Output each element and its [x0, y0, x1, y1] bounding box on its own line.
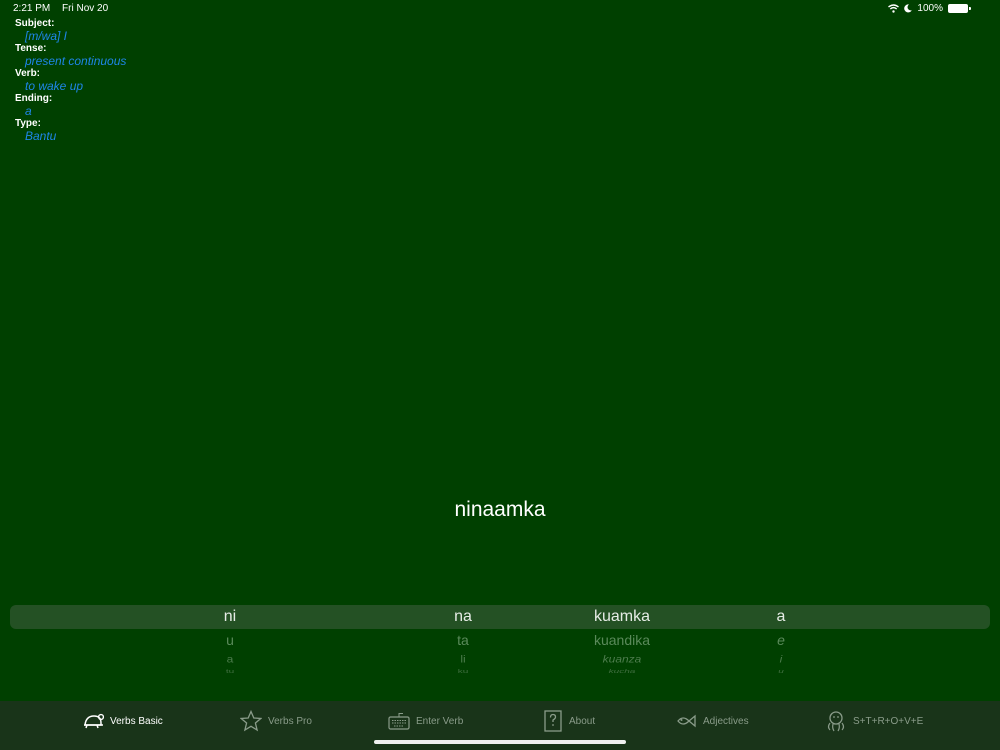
info-label-type: Type: [15, 118, 41, 129]
info-label-subject: Subject: [15, 18, 55, 29]
tab-label: Verbs Basic [110, 715, 163, 727]
picker-item[interactable]: a [160, 652, 300, 666]
tab-verbs-pro[interactable]: Verbs Pro [240, 709, 312, 733]
picker-item[interactable]: e [711, 629, 851, 651]
tab-verbs-basic[interactable]: Verbs Basic [82, 709, 163, 733]
picker-item[interactable]: na [393, 605, 533, 629]
tab-label: S+T+R+O+V+E [853, 715, 924, 727]
battery-text: 100% [917, 3, 943, 14]
picker-item[interactable]: kuamka [552, 605, 692, 629]
picker-column-ending[interactable]: a e i u [711, 605, 851, 677]
octopus-icon [827, 711, 845, 732]
tab-about[interactable]: About [543, 709, 595, 733]
picker-item[interactable]: i [711, 652, 851, 666]
info-panel: Subject: [m/wa] I Tense: present continu… [15, 18, 126, 143]
picker-item[interactable]: ta [393, 629, 533, 651]
info-label-tense: Tense: [15, 43, 47, 54]
picker-item[interactable]: ni [160, 605, 300, 629]
tab-label: Adjectives [703, 715, 749, 727]
question-book-icon [544, 710, 562, 732]
picker-item[interactable]: li [393, 652, 533, 666]
picker-item[interactable]: tu [160, 669, 300, 675]
tab-label: Enter Verb [416, 715, 464, 727]
status-date: Fri Nov 20 [62, 3, 109, 14]
wifi-icon [888, 4, 900, 13]
info-value-verb: to wake up [25, 79, 84, 93]
picker-item[interactable]: u [711, 669, 851, 675]
conjugated-verb: ninaamka [454, 498, 546, 521]
tab-label: About [569, 715, 596, 727]
picker-column-verb[interactable]: kuamka kuandika kuanza kucha [552, 605, 692, 677]
tab-strove[interactable]: S+T+R+O+V+E [825, 709, 923, 733]
tab-label: Verbs Pro [268, 715, 312, 727]
picker-item[interactable]: u [160, 629, 300, 651]
picker-item[interactable]: ku [393, 669, 533, 675]
info-label-ending: Ending: [15, 93, 53, 104]
turtle-icon [84, 713, 104, 729]
picker-column-subject[interactable]: ni u a tu [160, 605, 300, 677]
tab-adjectives[interactable]: Adjectives [675, 709, 749, 733]
picker-column-tense[interactable]: na ta li ku [393, 605, 533, 677]
info-label-verb: Verb: [15, 68, 41, 79]
moon-icon [904, 4, 913, 13]
home-indicator[interactable] [374, 740, 626, 744]
picker-item[interactable]: kuandika [552, 629, 692, 651]
conjugation-picker[interactable]: ni u a tu na ta li ku kuamka kuandika ku… [10, 605, 990, 695]
fish-icon [677, 714, 696, 728]
info-value-ending: a [25, 104, 32, 118]
picker-item[interactable]: a [711, 605, 851, 629]
status-time: 2:21 PM [13, 3, 51, 14]
status-left: 2:21 PM Fri Nov 20 [13, 3, 117, 14]
star-icon [240, 710, 262, 732]
picker-item[interactable]: kuanza [552, 652, 692, 666]
tab-enter-verb[interactable]: Enter Verb [388, 709, 463, 733]
info-value-type: Bantu [25, 129, 57, 143]
keyboard-icon [388, 713, 410, 730]
picker-item[interactable]: kucha [552, 669, 692, 675]
status-right: 100% [888, 3, 971, 14]
info-value-tense: present continuous [25, 54, 127, 68]
battery-icon [948, 4, 971, 13]
info-value-subject: [m/wa] I [25, 29, 68, 43]
status-bar: 2:21 PM Fri Nov 20 100% [0, 0, 1000, 18]
